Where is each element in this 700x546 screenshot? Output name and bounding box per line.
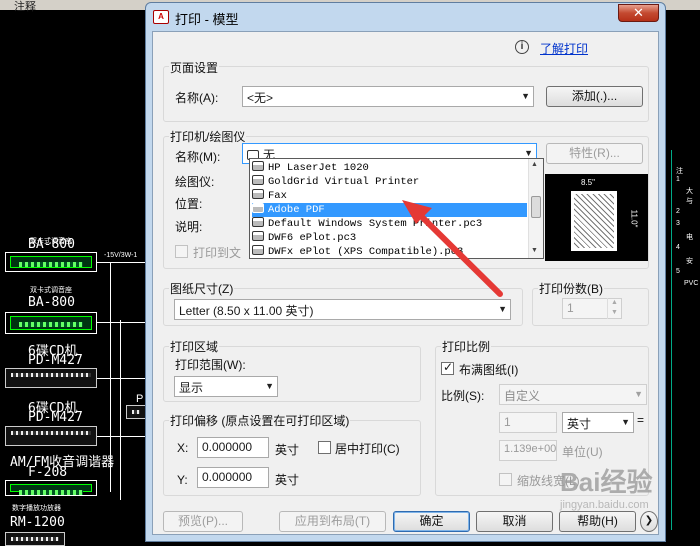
baidu-watermark: Bai经验 jingyan.baidu.com bbox=[560, 467, 653, 511]
